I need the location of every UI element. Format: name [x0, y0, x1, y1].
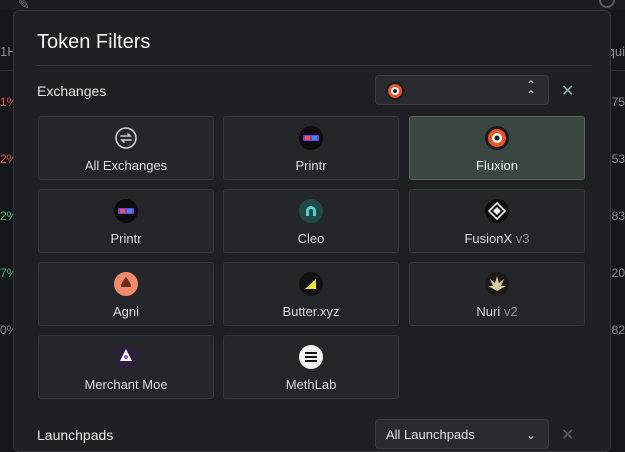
exchange-name: All Exchanges: [84, 158, 168, 173]
exchange-tile-label: Fluxion: [410, 158, 584, 173]
butter-logo-icon: [299, 272, 323, 296]
exchange-tile-label: Printr: [224, 158, 398, 173]
fluxion-logo-icon: [386, 82, 404, 105]
close-icon[interactable]: ✕: [561, 81, 574, 101]
exchange-name: MethLab: [285, 377, 337, 392]
token-filters-modal: Token Filters Exchanges ⌃ ⌃ ✕ All Exchang…: [13, 10, 611, 452]
row-liquidity-value: 53: [611, 152, 625, 166]
exchange-tile-label: Cleo: [224, 231, 398, 246]
printr-logo-icon: [299, 126, 323, 150]
exchange-version: v2: [503, 304, 518, 319]
title-divider: [37, 65, 592, 66]
chevrons-up-icon: ⌃ ⌃: [525, 78, 536, 102]
exchange-tile[interactable]: Agni: [38, 262, 214, 326]
exchange-name: Agni: [112, 304, 140, 319]
exchange-name: Butter.xyz: [282, 304, 340, 319]
exchange-name: Fluxion: [476, 158, 518, 173]
row-liquidity-value: 20: [611, 266, 625, 280]
row-liquidity-value: 83: [611, 209, 625, 223]
exchange-tile-label: FusionX v3: [410, 231, 584, 246]
exchange-name: Printr: [110, 231, 142, 246]
exchange-tile-label: Butter.xyz: [224, 304, 398, 319]
close-icon[interactable]: ✕: [561, 425, 574, 445]
methlab-logo-icon: [299, 345, 323, 369]
exchange-tile[interactable]: FusionX v3: [409, 189, 585, 253]
exchange-tile[interactable]: Printr: [38, 189, 214, 253]
exchange-tile-label: Agni: [39, 304, 213, 319]
modal-title: Token Filters: [37, 31, 151, 53]
exchange-tile[interactable]: Printr: [223, 116, 399, 180]
nuri-logo-icon: [485, 272, 509, 296]
exchange-tile[interactable]: Butter.xyz: [223, 262, 399, 326]
exchange-arrows-icon: [114, 126, 138, 150]
exchange-tile-label: Merchant Moe: [39, 377, 213, 392]
exchange-tile-label: MethLab: [224, 377, 398, 392]
background-toolbar: [0, 0, 625, 10]
fusionx-logo-icon: [485, 199, 509, 223]
exchange-tile[interactable]: Merchant Moe: [38, 335, 214, 399]
exchange-tile-label: All Exchanges: [39, 158, 213, 173]
exchange-tile[interactable]: MethLab: [223, 335, 399, 399]
exchange-tile[interactable]: Nuri v2: [409, 262, 585, 326]
agni-logo-icon: [114, 272, 138, 296]
launchpads-label: Launchpads: [37, 427, 114, 443]
exchange-tile-label: Printr: [39, 231, 213, 246]
exchanges-label: Exchanges: [37, 83, 107, 99]
exchange-name: Nuri: [476, 304, 501, 319]
chevron-down-icon: ⌄: [525, 428, 536, 442]
exchange-tile[interactable]: Cleo: [223, 189, 399, 253]
cleo-logo-icon: [299, 199, 323, 223]
exchange-name: FusionX: [464, 231, 513, 246]
row-liquidity-value: 82: [611, 323, 625, 337]
exchange-name: Cleo: [297, 231, 325, 246]
exchange-name: Merchant Moe: [84, 377, 168, 392]
fluxion-logo-icon: [485, 126, 509, 150]
exchange-tile-label: Nuri v2: [410, 304, 584, 319]
merchant-moe-logo-icon: [114, 345, 138, 369]
exchanges-select[interactable]: ⌃ ⌃: [375, 75, 549, 105]
exchange-version: v3: [515, 231, 530, 246]
printr-logo-icon: [114, 199, 138, 223]
exchange-tile[interactable]: Fluxion: [409, 116, 585, 180]
exchange-tile[interactable]: All Exchanges: [38, 116, 214, 180]
launchpads-select[interactable]: All Launchpads ⌄: [375, 419, 549, 449]
exchange-name: Printr: [295, 158, 327, 173]
